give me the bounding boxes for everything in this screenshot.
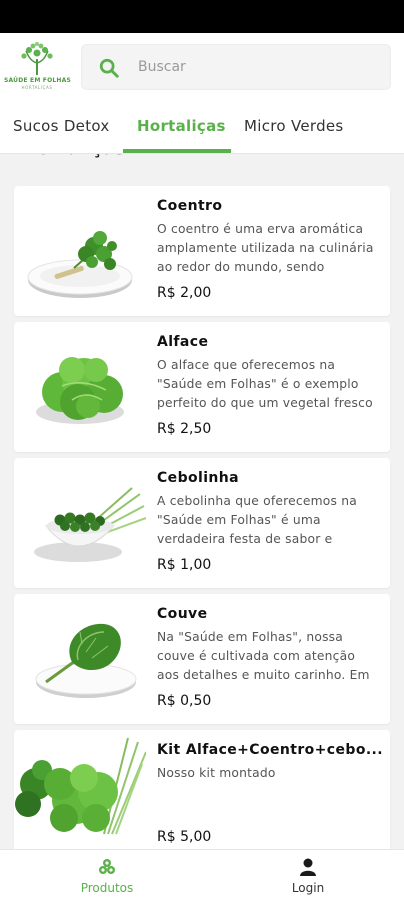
- product-name: Kit Alface+Coentro+cebo...: [157, 742, 382, 758]
- lettuce-image: [36, 357, 124, 424]
- kale-image: [35, 623, 137, 698]
- chives-image: [34, 487, 146, 562]
- user-icon: [300, 858, 316, 876]
- nav-produtos[interactable]: Produtos: [47, 850, 167, 900]
- product-description: O alface que oferecemos na "Saúde em Fol…: [157, 358, 373, 410]
- status-bar: [0, 0, 404, 33]
- nav-label: Produtos: [80, 881, 134, 895]
- product-name: Cebolinha: [157, 470, 239, 486]
- nav-login[interactable]: Login: [248, 850, 368, 900]
- product-card-coentro[interactable]: Coentro O coentro é uma erva aromática a…: [14, 186, 390, 316]
- search-icon[interactable]: [98, 57, 120, 79]
- search-bar[interactable]: [81, 44, 391, 90]
- vegetable-kit-image: [15, 737, 146, 835]
- bottom-navigation: Produtos Login: [0, 849, 404, 900]
- brand-logo[interactable]: SAÚDE EM FOLHAS HORTALIÇAS: [4, 41, 71, 91]
- product-card-alface[interactable]: Alface O alface que oferecemos na "Saúde…: [14, 322, 390, 452]
- product-name: Alface: [157, 334, 209, 350]
- product-card-kit[interactable]: Kit Alface+Coentro+cebo... Nosso kit mon…: [14, 730, 390, 860]
- product-name: Couve: [157, 606, 208, 622]
- product-description: Na "Saúde em Folhas", nossa couve é cult…: [157, 630, 370, 682]
- nav-label: Login: [291, 881, 325, 895]
- product-description: Nosso kit montado: [157, 766, 276, 780]
- product-price: R$ 0,50: [157, 693, 212, 709]
- search-input[interactable]: [138, 45, 378, 89]
- category-tabs: Sucos Detox Hortaliças Micro Verdes: [0, 98, 404, 154]
- tab-micro-verdes[interactable]: Micro Verdes: [244, 98, 344, 154]
- coriander-image: [27, 231, 133, 298]
- products-icon: [99, 859, 115, 874]
- brand-tagline: HORTALIÇAS: [21, 85, 53, 90]
- active-tab-indicator: [123, 149, 231, 153]
- leaf-logo-icon: [21, 42, 53, 75]
- app-header: SAÚDE EM FOLHAS HORTALIÇAS: [0, 33, 404, 98]
- product-card-couve[interactable]: Couve Na "Saúde em Folhas", nossa couve …: [14, 594, 390, 724]
- tab-hortalicas[interactable]: Hortaliças: [137, 98, 226, 154]
- tab-sucos-detox[interactable]: Sucos Detox: [13, 98, 110, 154]
- product-price: R$ 2,00: [157, 285, 212, 301]
- product-description: O coentro é uma erva aromática amplament…: [157, 222, 374, 274]
- product-price: R$ 5,00: [157, 829, 212, 845]
- product-card-cebolinha[interactable]: Cebolinha A cebolinha que oferecemos na …: [14, 458, 390, 588]
- product-description: A cebolinha que oferecemos na "Saúde em …: [157, 494, 357, 546]
- product-name: Coentro: [157, 198, 223, 214]
- product-price: R$ 1,00: [157, 557, 212, 573]
- brand-name: SAÚDE EM FOLHAS: [4, 77, 71, 84]
- product-price: R$ 2,50: [157, 421, 212, 437]
